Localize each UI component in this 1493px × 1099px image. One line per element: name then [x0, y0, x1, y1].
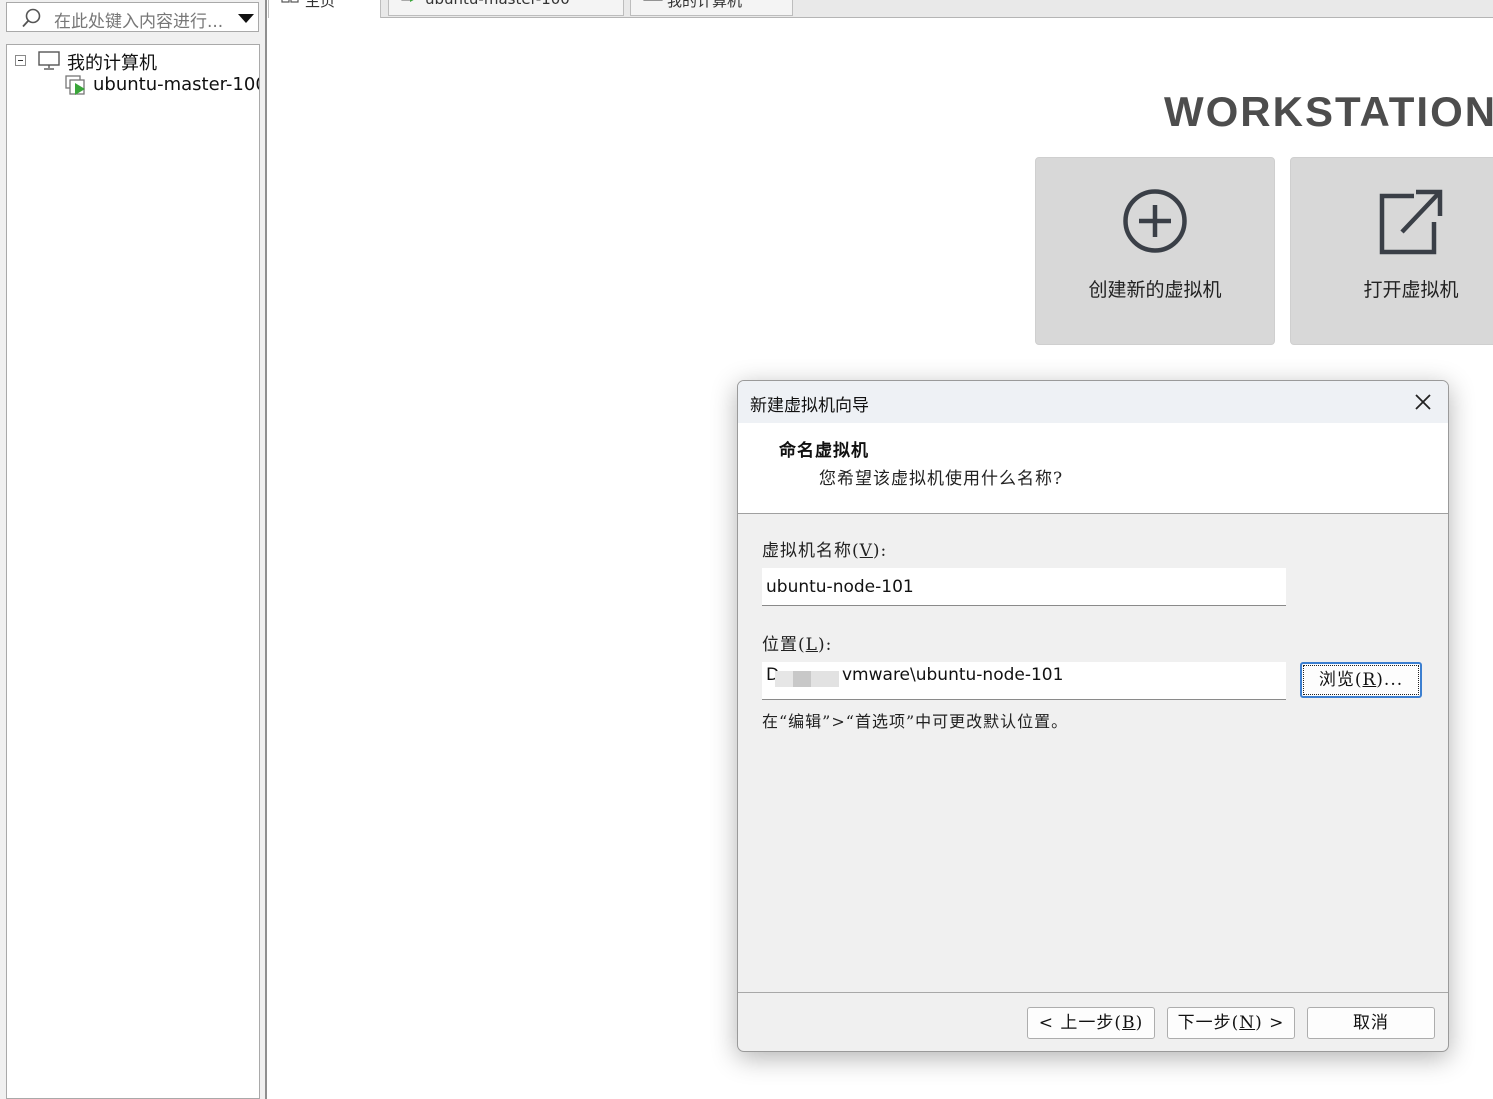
panel-splitter[interactable] — [260, 0, 267, 1099]
computer-icon — [38, 51, 60, 70]
button-text: 下一步( — [1177, 1013, 1240, 1033]
dialog-title: 新建虚拟机向导 — [750, 396, 869, 416]
new-vm-wizard-dialog: 新建虚拟机向导 命名虚拟机 您希望该虚拟机使用什么名称? 虚拟机名称(V): 位… — [737, 380, 1449, 1052]
library-panel: 在此处键入内容进行... 我的计算机 ubuntu-master-100 — [0, 0, 267, 1099]
access-key: V — [859, 541, 873, 561]
tab-label: 我的计算机 — [667, 0, 743, 10]
vm-name-label: 虚拟机名称(V): — [762, 536, 887, 561]
button-text: )... — [1376, 670, 1404, 690]
button-text: ) > — [1255, 1013, 1285, 1033]
tree-item-my-computer[interactable]: 我的计算机 — [15, 49, 255, 74]
label-text: ): — [817, 635, 833, 655]
location-label: 位置(L): — [762, 630, 832, 655]
label-text: ): — [872, 541, 888, 561]
close-icon[interactable]: ✕ — [599, 0, 611, 4]
step-title: 命名虚拟机 — [779, 441, 869, 461]
redacted-path-block — [775, 671, 793, 687]
workstation-brand: WORKSTATION — [1164, 88, 1493, 135]
search-dropdown-arrow-icon[interactable] — [238, 14, 254, 23]
tree-item-label: 我的计算机 — [67, 53, 157, 74]
close-icon[interactable]: ✕ — [767, 0, 779, 4]
footer-divider — [738, 992, 1448, 993]
search-placeholder[interactable]: 在此处键入内容进行... — [54, 7, 223, 32]
tab-bar: 主页 ✕ ubuntu-master-100 ✕ 我的计算机 ✕ — [268, 0, 1493, 18]
location-text-end: vmware\ubuntu-node-101 — [842, 665, 1064, 685]
tab-label: ubuntu-master-100 — [425, 0, 570, 8]
tile-label: 打开虚拟机 — [1363, 279, 1459, 301]
location-input[interactable]: D vmware\ubuntu-node-101 — [762, 662, 1286, 700]
plus-circle-icon — [1123, 189, 1187, 253]
vm-running-icon — [65, 75, 85, 95]
cancel-button[interactable]: 取消 — [1307, 1007, 1435, 1039]
search-icon — [22, 8, 41, 28]
browse-button[interactable]: 浏览(R)... — [1300, 662, 1422, 698]
create-new-vm-tile[interactable]: 创建新的虚拟机 — [1035, 157, 1275, 345]
dialog-titlebar[interactable]: 新建虚拟机向导 — [738, 381, 1448, 423]
redacted-path-block — [793, 671, 811, 687]
tree-item-label: ubuntu-master-100 — [93, 74, 260, 95]
button-text: ) — [1135, 1013, 1144, 1033]
close-icon[interactable]: ✕ — [359, 0, 371, 4]
collapse-toggle-icon[interactable] — [15, 55, 26, 66]
access-key: R — [1362, 670, 1377, 690]
access-key: L — [805, 635, 818, 655]
button-text: < 上一步( — [1038, 1013, 1123, 1033]
vm-name-input[interactable] — [762, 568, 1286, 606]
access-key: N — [1239, 1013, 1256, 1033]
computer-icon — [643, 0, 663, 1]
library-search-box[interactable]: 在此处键入内容进行... — [6, 2, 259, 32]
step-subtitle: 您希望该虚拟机使用什么名称? — [819, 469, 1064, 489]
location-hint: 在“编辑”>“首选项”中可更改默认位置。 — [762, 712, 1069, 731]
close-icon[interactable] — [1408, 387, 1438, 417]
vm-running-icon — [401, 0, 414, 2]
back-button[interactable]: < 上一步(B) — [1027, 1007, 1155, 1039]
library-tree: 我的计算机 ubuntu-master-100 — [6, 44, 260, 1099]
tab-my-computer[interactable]: 我的计算机 ✕ — [630, 0, 793, 16]
label-text: 位置( — [762, 635, 806, 655]
open-vm-tile[interactable]: 打开虚拟机 — [1290, 157, 1493, 345]
next-button[interactable]: 下一步(N) > — [1167, 1007, 1295, 1039]
tab-label: 主页 — [305, 0, 336, 10]
tree-item-vm[interactable]: ubuntu-master-100 — [65, 74, 260, 98]
open-external-icon — [1379, 189, 1443, 255]
redacted-path-block — [811, 671, 839, 687]
home-icon — [281, 0, 299, 3]
access-key: B — [1122, 1013, 1136, 1033]
tile-label: 创建新的虚拟机 — [1088, 279, 1222, 301]
label-text: 虚拟机名称( — [762, 541, 860, 561]
dialog-header: 命名虚拟机 您希望该虚拟机使用什么名称? — [738, 423, 1448, 514]
button-text: 浏览( — [1318, 670, 1363, 690]
tab-home[interactable]: 主页 ✕ — [268, 0, 381, 18]
tab-ubuntu-master[interactable]: ubuntu-master-100 ✕ — [388, 0, 624, 16]
